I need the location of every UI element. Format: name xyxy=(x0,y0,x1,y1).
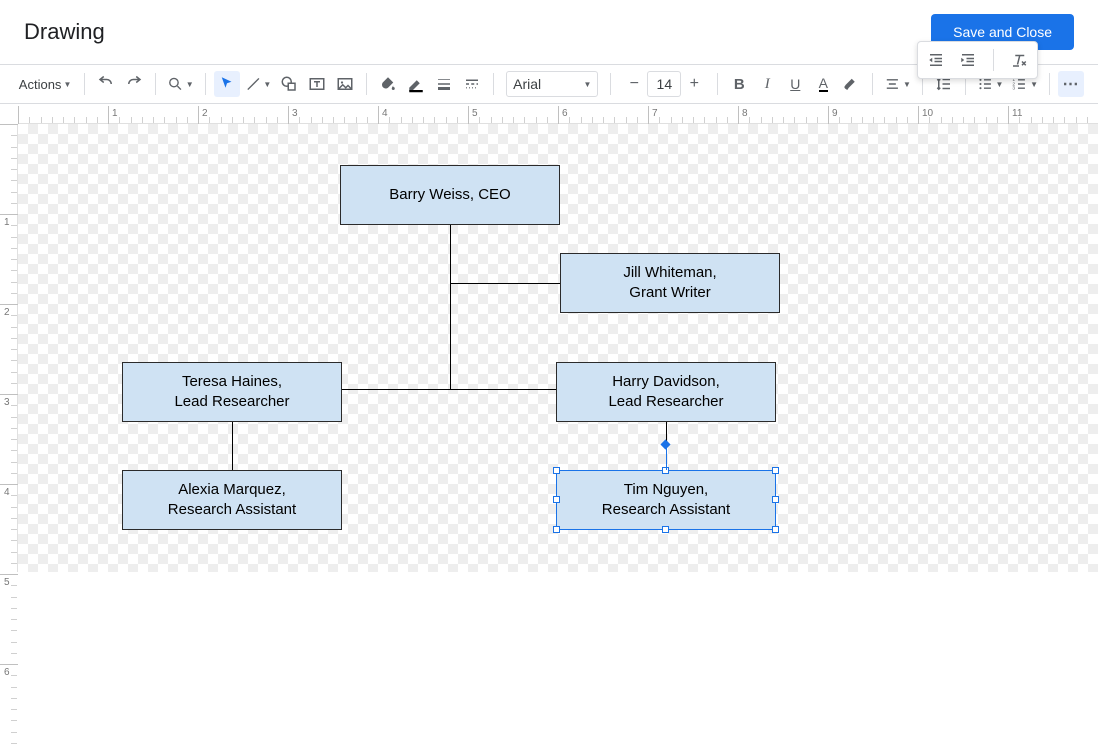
indent-decrease-button[interactable] xyxy=(923,47,949,73)
actions-menu[interactable]: Actions▼ xyxy=(14,71,76,97)
overflow-toolbar xyxy=(917,41,1038,79)
align-button[interactable]: ▼ xyxy=(881,71,914,97)
ruler-area: Barry Weiss, CEO Jill Whiteman, Grant Wr… xyxy=(0,106,1098,572)
ruler-horizontal xyxy=(18,106,1098,124)
separator xyxy=(610,73,611,95)
node-text: Lead Researcher xyxy=(608,392,723,412)
separator xyxy=(155,73,156,95)
separator xyxy=(84,73,85,95)
line-tool[interactable]: ▼ xyxy=(242,71,275,97)
org-node-ra2[interactable]: Tim Nguyen, Research Assistant xyxy=(556,470,776,530)
org-node-ra1[interactable]: Alexia Marquez, Research Assistant xyxy=(122,470,342,530)
border-weight-button[interactable] xyxy=(431,71,457,97)
undo-button[interactable] xyxy=(93,71,119,97)
font-size-increase[interactable]: + xyxy=(683,71,705,97)
connector xyxy=(450,225,451,389)
border-color-button[interactable] xyxy=(403,71,429,97)
org-node-lead2[interactable]: Harry Davidson, Lead Researcher xyxy=(556,362,776,422)
separator xyxy=(366,73,367,95)
text-color-button[interactable]: A xyxy=(810,71,836,97)
node-text: Harry Davidson, xyxy=(612,372,720,392)
selection-handle[interactable] xyxy=(772,496,779,503)
selection-handle[interactable] xyxy=(772,526,779,533)
shape-tool[interactable] xyxy=(276,71,302,97)
org-node-grant[interactable]: Jill Whiteman, Grant Writer xyxy=(560,253,780,313)
node-text: Teresa Haines, xyxy=(182,372,282,392)
indent-increase-button[interactable] xyxy=(955,47,981,73)
node-text: Tim Nguyen, xyxy=(624,480,708,500)
font-size-picker: − 14 + xyxy=(623,71,705,97)
node-text: Research Assistant xyxy=(168,500,296,520)
more-options-button[interactable]: ⋯ xyxy=(1058,71,1084,97)
node-text: Research Assistant xyxy=(602,500,730,520)
ruler-vertical xyxy=(0,124,18,572)
separator xyxy=(205,73,206,95)
textbox-tool[interactable] xyxy=(304,71,330,97)
border-dash-button[interactable] xyxy=(459,71,485,97)
font-size-value[interactable]: 14 xyxy=(647,71,681,97)
selection-handle[interactable] xyxy=(553,496,560,503)
select-tool[interactable] xyxy=(214,71,240,97)
svg-text:3: 3 xyxy=(1013,86,1016,92)
selection-connector xyxy=(666,444,667,470)
separator xyxy=(993,49,994,71)
font-family-picker[interactable]: Arial▼ xyxy=(506,71,598,97)
node-text: Lead Researcher xyxy=(174,392,289,412)
font-size-decrease[interactable]: − xyxy=(623,71,645,97)
separator xyxy=(872,73,873,95)
node-text: Grant Writer xyxy=(629,283,710,303)
zoom-button[interactable]: ▼ xyxy=(164,71,197,97)
separator xyxy=(1049,73,1050,95)
separator xyxy=(717,73,718,95)
org-node-lead1[interactable]: Teresa Haines, Lead Researcher xyxy=(122,362,342,422)
page-title: Drawing xyxy=(24,19,105,45)
fill-color-button[interactable] xyxy=(375,71,401,97)
node-text: Alexia Marquez, xyxy=(178,480,286,500)
selection-handle[interactable] xyxy=(662,526,669,533)
redo-button[interactable] xyxy=(121,71,147,97)
selection-handle[interactable] xyxy=(553,467,560,474)
image-tool[interactable] xyxy=(332,71,358,97)
org-node-ceo[interactable]: Barry Weiss, CEO xyxy=(340,165,560,225)
italic-button[interactable]: I xyxy=(754,71,780,97)
clear-formatting-button[interactable] xyxy=(1006,47,1032,73)
drawing-canvas[interactable]: Barry Weiss, CEO Jill Whiteman, Grant Wr… xyxy=(18,124,1098,572)
selection-handle[interactable] xyxy=(772,467,779,474)
connector xyxy=(450,283,560,284)
selection-handle[interactable] xyxy=(553,526,560,533)
underline-button[interactable]: U xyxy=(782,71,808,97)
separator xyxy=(493,73,494,95)
node-text: Barry Weiss, CEO xyxy=(389,185,510,205)
connector xyxy=(232,421,233,471)
highlight-color-button[interactable] xyxy=(838,71,864,97)
bold-button[interactable]: B xyxy=(726,71,752,97)
node-text: Jill Whiteman, xyxy=(623,263,716,283)
